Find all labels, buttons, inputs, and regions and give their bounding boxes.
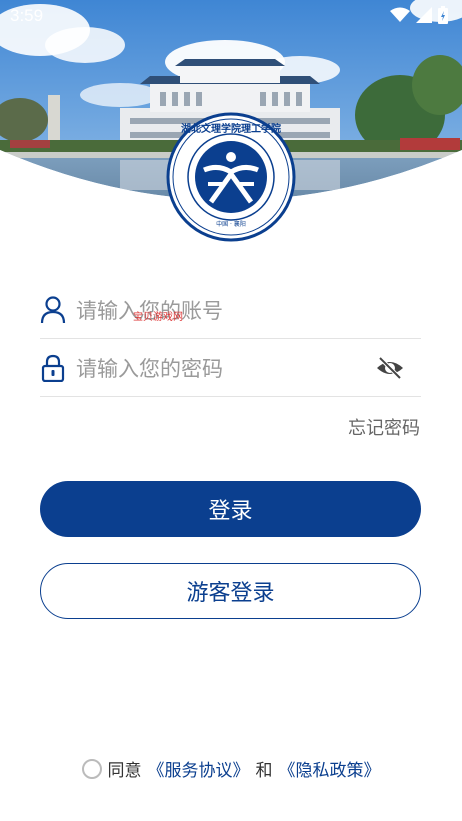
privacy-policy-link[interactable]: 《隐私政策》 — [279, 756, 381, 781]
login-button[interactable]: 登录 — [40, 481, 421, 537]
password-input[interactable] — [74, 350, 378, 388]
svg-text:中国 · 襄阳: 中国 · 襄阳 — [216, 220, 246, 228]
password-field — [40, 340, 421, 397]
college-logo: 湖北文理学院理工学院 中国 · 襄阳 — [166, 112, 296, 242]
guest-login-button[interactable]: 游客登录 — [40, 563, 421, 619]
svg-text:湖北文理学院理工学院: 湖北文理学院理工学院 — [181, 122, 281, 135]
status-time: 3:59 — [10, 6, 44, 25]
agree-label: 同意 — [107, 761, 142, 781]
user-icon — [40, 296, 66, 324]
agree-radio[interactable] — [81, 758, 102, 779]
signal-icon — [416, 7, 432, 28]
wifi-icon — [390, 7, 410, 28]
account-field — [40, 282, 421, 339]
account-input[interactable] — [74, 292, 378, 330]
lock-icon — [40, 354, 66, 383]
and-label: 和 — [255, 761, 273, 781]
agreement-row: 同意 《服务协议》 和 《隐私政策》 — [0, 756, 462, 781]
eye-off-icon[interactable] — [375, 354, 405, 382]
watermark-text: 宝贝游戏网 — [133, 312, 183, 323]
status-bar: 3:59 — [0, 0, 462, 32]
battery-icon — [438, 6, 448, 29]
service-agreement-link[interactable]: 《服务协议》 — [148, 756, 250, 781]
forgot-password-link[interactable]: 忘记密码 — [348, 414, 420, 440]
